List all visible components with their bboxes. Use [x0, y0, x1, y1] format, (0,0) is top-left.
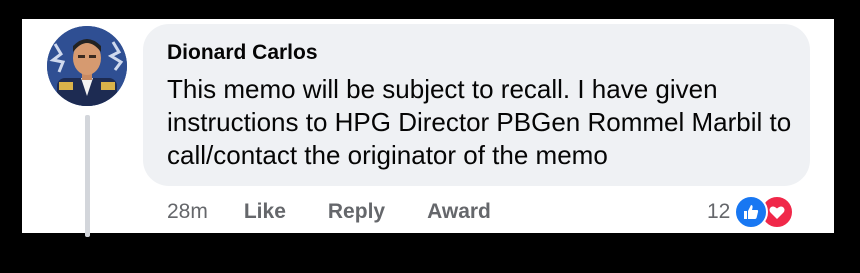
comment-author[interactable]: Dionard Carlos — [167, 41, 318, 65]
comment-bubble: Dionard Carlos This memo will be subject… — [143, 24, 810, 186]
thread-line — [85, 115, 90, 237]
comment-card: Dionard Carlos This memo will be subject… — [22, 19, 834, 237]
avatar[interactable] — [47, 26, 127, 106]
comment-actions: 28m Like Reply Award — [167, 197, 533, 227]
comment-timestamp[interactable]: 28m — [167, 200, 208, 224]
like-icon — [734, 195, 769, 229]
award-button[interactable]: Award — [427, 200, 491, 224]
reaction-count: 12 — [707, 200, 731, 223]
comment-body: This memo will be subject to recall. I h… — [167, 74, 792, 170]
profile-photo-icon — [47, 26, 127, 106]
like-button[interactable]: Like — [244, 200, 286, 224]
reaction-summary[interactable]: 12 — [707, 195, 795, 229]
reply-button[interactable]: Reply — [328, 200, 385, 224]
